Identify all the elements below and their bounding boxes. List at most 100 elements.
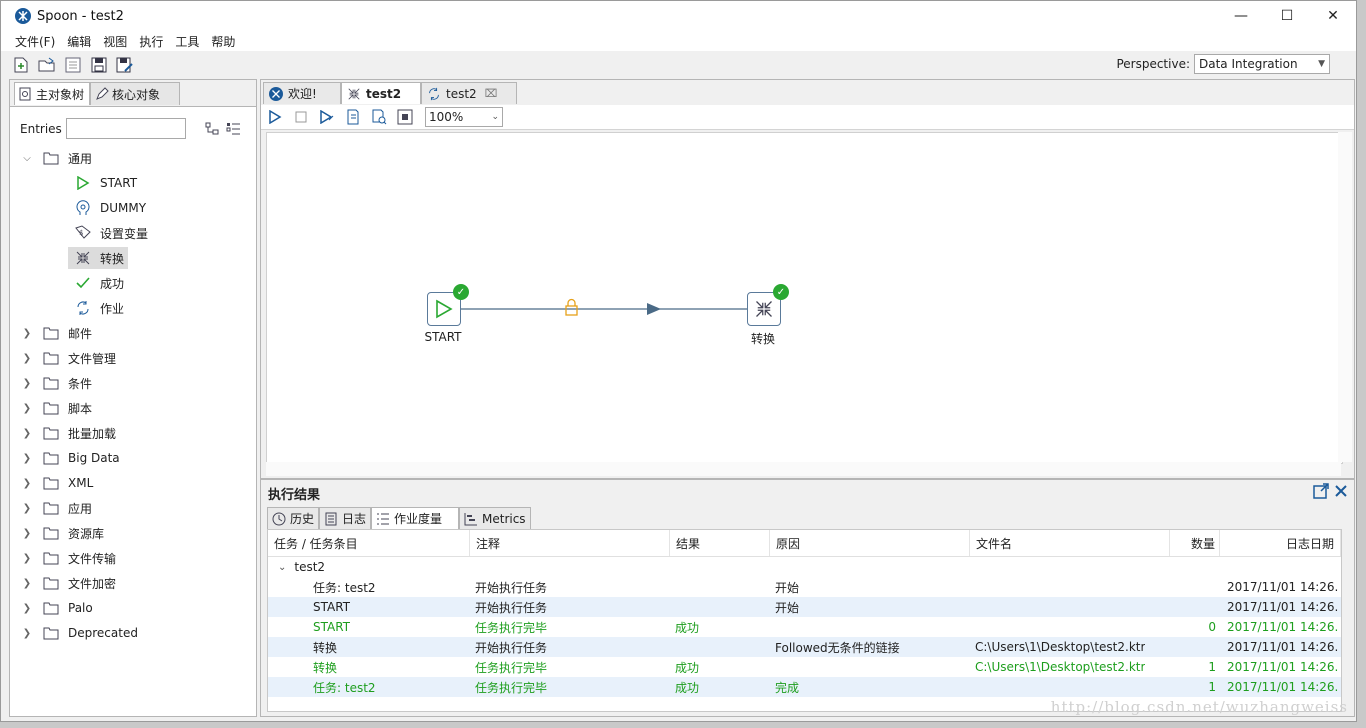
tab-log-label: 日志 — [342, 512, 367, 526]
tree-folder[interactable]: ❯ 批量加载 — [20, 422, 116, 444]
maximize-button[interactable]: ☐ — [1264, 1, 1310, 31]
tree-item-success[interactable]: 成功 — [74, 272, 124, 294]
tree-item-set-variable[interactable]: $ 设置变量 — [74, 222, 148, 244]
run-icon[interactable] — [265, 107, 285, 127]
chevron-down-icon: ⌄ — [491, 112, 499, 122]
job-entry-start[interactable]: ✓ — [427, 284, 469, 326]
tab-welcome[interactable]: 欢迎! — [263, 82, 341, 104]
replay-icon[interactable] — [343, 107, 363, 127]
close-results-icon[interactable] — [1332, 482, 1350, 500]
table-row[interactable]: START 任务执行完毕 成功 0 2017/11/01 14:26... — [268, 617, 1341, 637]
tree-group-row[interactable]: ⌄ test2 — [268, 557, 325, 577]
menu-help[interactable]: 帮助 — [211, 33, 235, 50]
tree-folder-general[interactable]: ⌵ 通用 — [20, 147, 92, 169]
cell-entry: START — [313, 600, 351, 614]
open-file-icon[interactable] — [37, 55, 57, 75]
tree-folder-label: 应用 — [68, 501, 93, 516]
tree-folder[interactable]: ❯ XML — [20, 472, 93, 494]
horizontal-scrollbar[interactable] — [266, 462, 1341, 476]
run-options-icon[interactable] — [317, 107, 337, 127]
column-header[interactable]: 数量 — [1170, 530, 1220, 556]
chevron-right-icon: ❯ — [22, 427, 32, 439]
tree-folder[interactable]: ❯ Deprecated — [20, 622, 138, 644]
tree-folder-label: 资源库 — [68, 526, 105, 541]
zoom-dropdown[interactable]: 100% ⌄ — [425, 107, 503, 127]
column-header[interactable]: 任务 / 任务条目 — [268, 530, 470, 556]
tree-folder[interactable]: ❯ Big Data — [20, 447, 120, 469]
column-header[interactable]: 注释 — [470, 530, 670, 556]
align-icon[interactable] — [395, 107, 415, 127]
job-canvas[interactable]: ✓ START ✓ 转换 — [266, 132, 1343, 464]
tree-folder[interactable]: ❯ 文件加密 — [20, 572, 116, 594]
tree-item-start[interactable]: START — [74, 172, 137, 194]
tab-job-metrics[interactable]: 作业度量 — [371, 507, 459, 529]
tree-folder[interactable]: ❯ 邮件 — [20, 322, 92, 344]
sql-search-icon[interactable] — [369, 107, 389, 127]
perspective-label: Perspective: — [1116, 57, 1190, 71]
chevron-right-icon: ❯ — [22, 352, 32, 364]
tree-folder-label: Deprecated — [68, 626, 138, 640]
menu-edit[interactable]: 编辑 — [67, 33, 91, 50]
cell-comment: 开始执行任务 — [475, 600, 548, 615]
tree-item-dummy[interactable]: DUMMY — [74, 197, 146, 219]
save-icon[interactable] — [89, 55, 109, 75]
tree-folder[interactable]: ❯ 应用 — [20, 497, 92, 519]
tab-core-objects[interactable]: 核心对象 — [90, 82, 180, 105]
menu-file[interactable]: 文件(F) — [15, 33, 55, 50]
minimize-button[interactable]: — — [1218, 1, 1264, 31]
entries-input[interactable] — [65, 118, 186, 139]
expand-all-icon[interactable] — [204, 121, 220, 137]
table-row[interactable]: 任务: test2 任务执行完毕 成功 完成 1 2017/11/01 14:2… — [268, 677, 1341, 697]
tab-metrics[interactable]: Metrics — [459, 507, 531, 529]
column-header[interactable]: 原因 — [770, 530, 970, 556]
close-window-button[interactable]: ✕ — [1310, 1, 1356, 31]
menu-view[interactable]: 视图 — [103, 33, 127, 50]
folder-icon — [42, 624, 60, 642]
tab-history[interactable]: 历史 — [267, 507, 319, 529]
tree-folder[interactable]: ❯ 脚本 — [20, 397, 92, 419]
folder-icon — [42, 599, 60, 617]
table-row[interactable]: 转换 任务执行完毕 成功 C:\Users\1\Desktop\test2.kt… — [268, 657, 1341, 677]
tree-item-job[interactable]: 作业 — [74, 297, 124, 319]
tab-test2-job[interactable]: test2 ⌧ — [421, 82, 517, 104]
popout-icon[interactable] — [1312, 482, 1330, 500]
menu-run[interactable]: 执行 — [139, 33, 163, 50]
tree-folder[interactable]: ❯ 条件 — [20, 372, 92, 394]
column-header[interactable]: 结果 — [670, 530, 770, 556]
tree-folder[interactable]: ❯ Palo — [20, 597, 93, 619]
tree-folder[interactable]: ❯ 文件管理 — [20, 347, 116, 369]
tab-test2-transformation[interactable]: test2 — [341, 82, 421, 104]
column-header[interactable]: 日志日期 — [1220, 530, 1341, 556]
menu-tools[interactable]: 工具 — [175, 33, 199, 50]
new-file-icon[interactable] — [11, 55, 31, 75]
table-row[interactable]: 任务: test2 开始执行任务 开始 2017/11/01 14:26... — [268, 577, 1341, 597]
tree-item-label: START — [100, 176, 138, 190]
job-entry-start-label: START — [424, 330, 462, 344]
close-tab-icon[interactable]: ⌧ — [485, 87, 498, 100]
job-entry-transformation[interactable]: ✓ — [747, 284, 789, 326]
perspective-dropdown[interactable]: Data Integration ▼ — [1194, 54, 1330, 74]
tree-folder[interactable]: ❯ 资源库 — [20, 522, 104, 544]
cell-entry: 转换 — [313, 640, 338, 655]
table-row[interactable]: 转换 开始执行任务 Followed无条件的链接 C:\Users\1\Desk… — [268, 637, 1341, 657]
cell-logdate: 2017/11/01 14:26... — [1227, 640, 1339, 654]
collapse-all-icon[interactable] — [226, 121, 242, 137]
vertical-scrollbar[interactable] — [1338, 132, 1352, 462]
perspective-selector: Perspective: Data Integration ▼ — [1116, 54, 1330, 74]
stop-icon[interactable] — [291, 107, 311, 127]
spoon-app-icon — [15, 8, 31, 24]
cell-logdate: 2017/11/01 14:26... — [1227, 580, 1339, 594]
save-as-icon[interactable] — [115, 55, 135, 75]
explore-repository-icon[interactable] — [63, 55, 83, 75]
tree-folder-label: Big Data — [68, 451, 120, 465]
cell-reason: Followed无条件的链接 — [775, 640, 900, 655]
cell-logdate: 2017/11/01 14:26... — [1227, 680, 1339, 694]
tree-item-transformation[interactable]: 转换 — [68, 247, 129, 269]
column-header[interactable]: 文件名 — [970, 530, 1170, 556]
tab-log[interactable]: 日志 — [319, 507, 371, 529]
hop-arrow-icon — [647, 303, 661, 315]
tab-main-tree[interactable]: 主对象树 — [14, 82, 90, 105]
tree-folder[interactable]: ❯ 文件传输 — [20, 547, 116, 569]
table-row[interactable]: START 开始执行任务 开始 2017/11/01 14:26... — [268, 597, 1341, 617]
cell-entry: 转换 — [313, 660, 338, 675]
